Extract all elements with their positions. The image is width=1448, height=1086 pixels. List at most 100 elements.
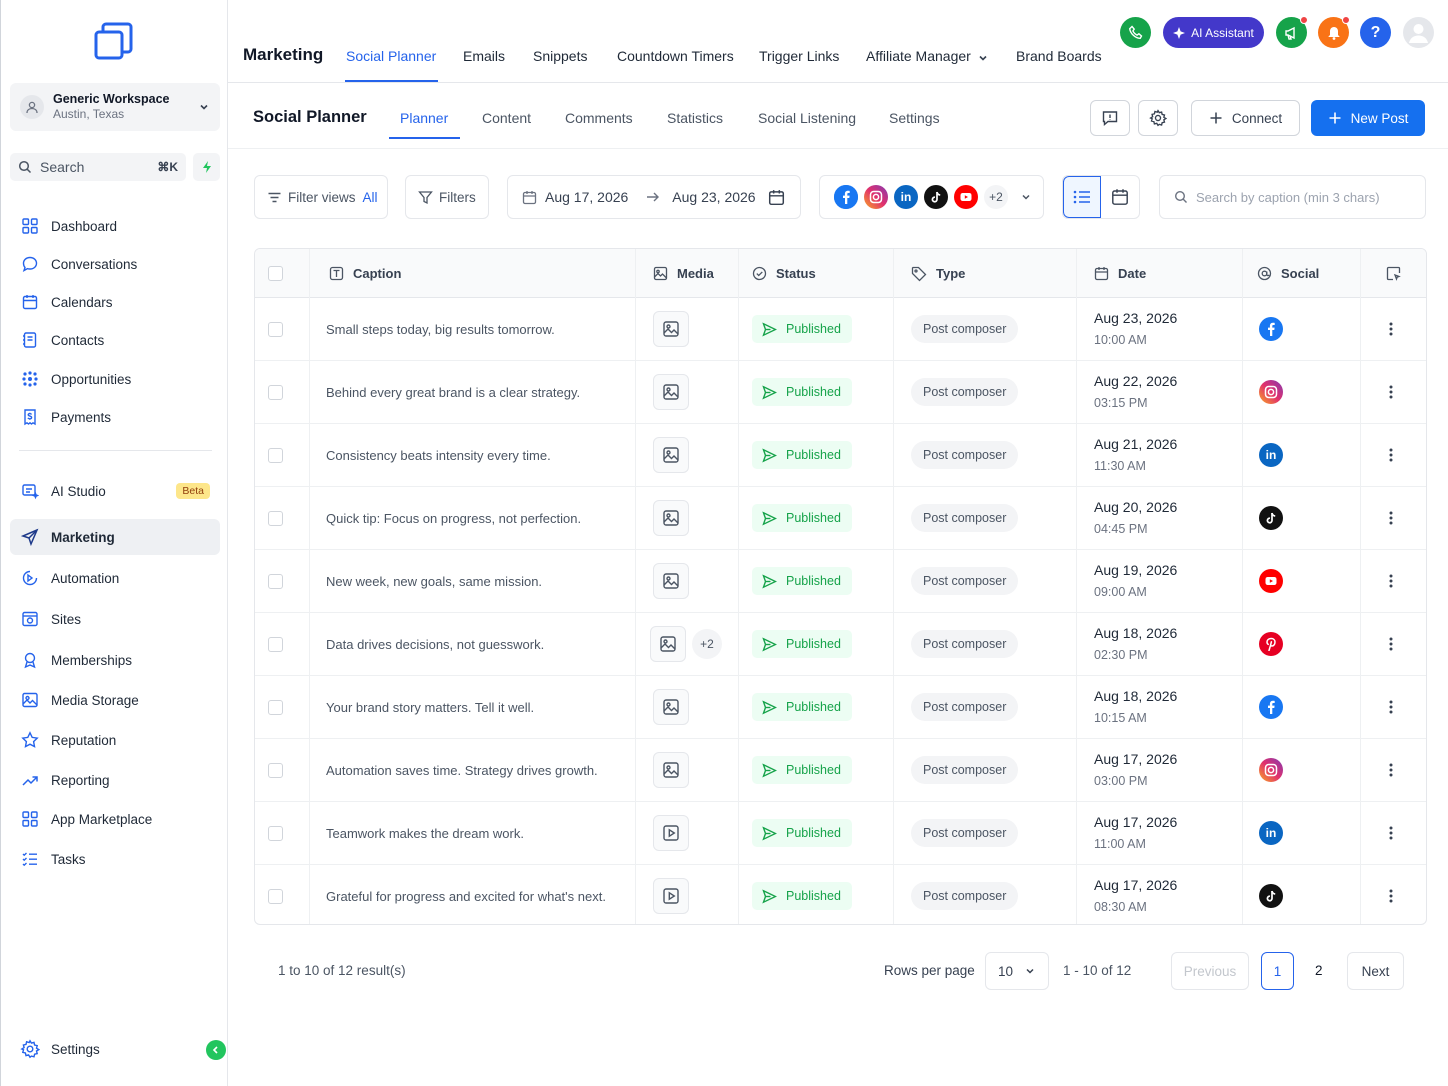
quick-actions-button[interactable] <box>193 153 220 181</box>
tab-countdown-timers[interactable]: Countdown Timers <box>617 48 734 64</box>
table-row[interactable]: Teamwork makes the dream work. Published P… <box>255 802 1426 865</box>
connect-button[interactable]: Connect <box>1191 100 1300 136</box>
row-checkbox[interactable] <box>268 510 283 526</box>
sidebar-item-marketing[interactable]: Marketing <box>10 519 220 555</box>
row-checkbox[interactable] <box>268 888 283 904</box>
tab-trigger-links[interactable]: Trigger Links <box>759 48 839 64</box>
tab-affiliate-manager[interactable]: Affiliate Manager <box>866 48 971 64</box>
sidebar-item-memberships[interactable]: Memberships <box>10 642 220 678</box>
app-logo[interactable] <box>93 20 137 64</box>
media-thumbnail[interactable] <box>653 437 689 473</box>
workspace-switcher[interactable]: Generic Workspace Austin, Texas <box>10 83 220 131</box>
ai-assistant-button[interactable]: AI Assistant <box>1163 17 1264 48</box>
tab-social-listening[interactable]: Social Listening <box>758 110 856 126</box>
sidebar-item-automation[interactable]: Automation <box>10 560 220 596</box>
column-header-social[interactable]: Social <box>1257 249 1319 298</box>
sidebar-item-media-storage[interactable]: Media Storage <box>10 682 220 718</box>
sidebar-item-settings[interactable]: Settings <box>10 1031 220 1067</box>
tab-settings[interactable]: Settings <box>889 110 940 126</box>
select-all-checkbox[interactable] <box>268 266 283 281</box>
more-options-icon[interactable] <box>1389 511 1393 525</box>
notifications-button[interactable] <box>1318 16 1350 48</box>
more-options-icon[interactable] <box>1389 889 1393 903</box>
more-options-icon[interactable] <box>1389 826 1393 840</box>
media-thumbnail[interactable] <box>653 815 689 851</box>
sidebar-item-reputation[interactable]: Reputation <box>10 722 220 758</box>
more-options-icon[interactable] <box>1389 322 1393 336</box>
new-post-button[interactable]: New Post <box>1311 100 1425 136</box>
collapse-sidebar-button[interactable] <box>206 1040 226 1060</box>
media-thumbnail[interactable] <box>653 689 689 725</box>
row-checkbox[interactable] <box>268 636 283 652</box>
settings-button[interactable] <box>1138 100 1178 136</box>
social-accounts-filter[interactable]: in +2 <box>819 175 1044 219</box>
post-caption[interactable]: Automation saves time. Strategy drives g… <box>326 763 598 778</box>
more-options-icon[interactable] <box>1389 700 1393 714</box>
tab-emails[interactable]: Emails <box>463 48 505 64</box>
sidebar-item-contacts[interactable]: Contacts <box>10 322 220 358</box>
sidebar-search[interactable]: Search ⌘K <box>10 153 186 181</box>
post-caption[interactable]: Small steps today, big results tomorrow. <box>326 322 555 337</box>
row-checkbox[interactable] <box>268 384 283 400</box>
media-thumbnail[interactable] <box>653 500 689 536</box>
next-page-button[interactable]: Next <box>1347 952 1404 990</box>
phone-button[interactable] <box>1120 17 1151 48</box>
rows-per-page-select[interactable]: 10 <box>985 952 1049 990</box>
more-options-icon[interactable] <box>1389 448 1393 462</box>
tab-brand-boards[interactable]: Brand Boards <box>1016 48 1102 64</box>
tab-statistics[interactable]: Statistics <box>667 110 723 126</box>
sidebar-item-conversations[interactable]: Conversations <box>10 246 220 282</box>
tab-comments[interactable]: Comments <box>565 110 633 126</box>
post-caption[interactable]: Your brand story matters. Tell it well. <box>326 700 534 715</box>
more-options-icon[interactable] <box>1389 637 1393 651</box>
sidebar-item-ai-studio[interactable]: AI Studio Beta <box>10 473 220 509</box>
filters-button[interactable]: Filters <box>405 175 489 219</box>
row-checkbox[interactable] <box>268 447 283 463</box>
table-row[interactable]: Grateful for progress and excited for wh… <box>255 865 1426 924</box>
sidebar-item-tasks[interactable]: Tasks <box>10 841 220 877</box>
calendar-view-button[interactable] <box>1101 176 1139 218</box>
post-caption[interactable]: Consistency beats intensity every time. <box>326 448 551 463</box>
table-row[interactable]: Behind every great brand is a clear stra… <box>255 361 1426 424</box>
page-1-button[interactable]: 1 <box>1261 952 1294 990</box>
column-settings-button[interactable] <box>1386 249 1401 298</box>
tab-social-planner[interactable]: Social Planner <box>346 48 436 64</box>
sidebar-item-app-marketplace[interactable]: App Marketplace <box>10 801 220 837</box>
row-checkbox[interactable] <box>268 699 283 715</box>
table-row[interactable]: Data drives decisions, not guesswork. +2 P… <box>255 613 1426 676</box>
media-more-badge[interactable]: +2 <box>692 629 722 659</box>
sidebar-item-dashboard[interactable]: Dashboard <box>10 208 220 244</box>
post-caption[interactable]: Data drives decisions, not guesswork. <box>326 637 544 652</box>
column-header-date[interactable]: Date <box>1094 249 1146 298</box>
page-2-button[interactable]: 2 <box>1315 963 1323 978</box>
more-options-icon[interactable] <box>1389 763 1393 777</box>
media-thumbnail[interactable] <box>650 626 686 662</box>
column-header-status[interactable]: Status <box>752 249 816 298</box>
row-checkbox[interactable] <box>268 573 283 589</box>
filter-views-dropdown[interactable]: Filter views All <box>254 175 388 219</box>
more-options-icon[interactable] <box>1389 385 1393 399</box>
sidebar-item-sites[interactable]: Sites <box>10 601 220 637</box>
tab-snippets[interactable]: Snippets <box>533 48 587 64</box>
table-row[interactable]: New week, new goals, same mission. Publis… <box>255 550 1426 613</box>
row-checkbox[interactable] <box>268 321 283 337</box>
list-view-button[interactable] <box>1063 176 1102 218</box>
more-options-icon[interactable] <box>1389 574 1393 588</box>
table-row[interactable]: Small steps today, big results tomorrow.… <box>255 298 1426 361</box>
column-header-media[interactable]: Media <box>653 249 714 298</box>
post-caption[interactable]: Behind every great brand is a clear stra… <box>326 385 580 400</box>
feedback-button[interactable] <box>1090 100 1130 136</box>
media-thumbnail[interactable] <box>653 752 689 788</box>
table-row[interactable]: Your brand story matters. Tell it well. P… <box>255 676 1426 739</box>
announcements-button[interactable] <box>1276 16 1308 48</box>
column-header-type[interactable]: Type <box>911 249 965 298</box>
previous-page-button[interactable]: Previous <box>1171 952 1249 990</box>
table-row[interactable]: Quick tip: Focus on progress, not perfec… <box>255 487 1426 550</box>
post-caption[interactable]: Quick tip: Focus on progress, not perfec… <box>326 511 581 526</box>
sidebar-item-payments[interactable]: Payments <box>10 399 220 435</box>
row-checkbox[interactable] <box>268 762 283 778</box>
post-caption[interactable]: New week, new goals, same mission. <box>326 574 542 589</box>
sidebar-item-reporting[interactable]: Reporting <box>10 762 220 798</box>
media-thumbnail[interactable] <box>653 563 689 599</box>
tab-content[interactable]: Content <box>482 110 531 126</box>
